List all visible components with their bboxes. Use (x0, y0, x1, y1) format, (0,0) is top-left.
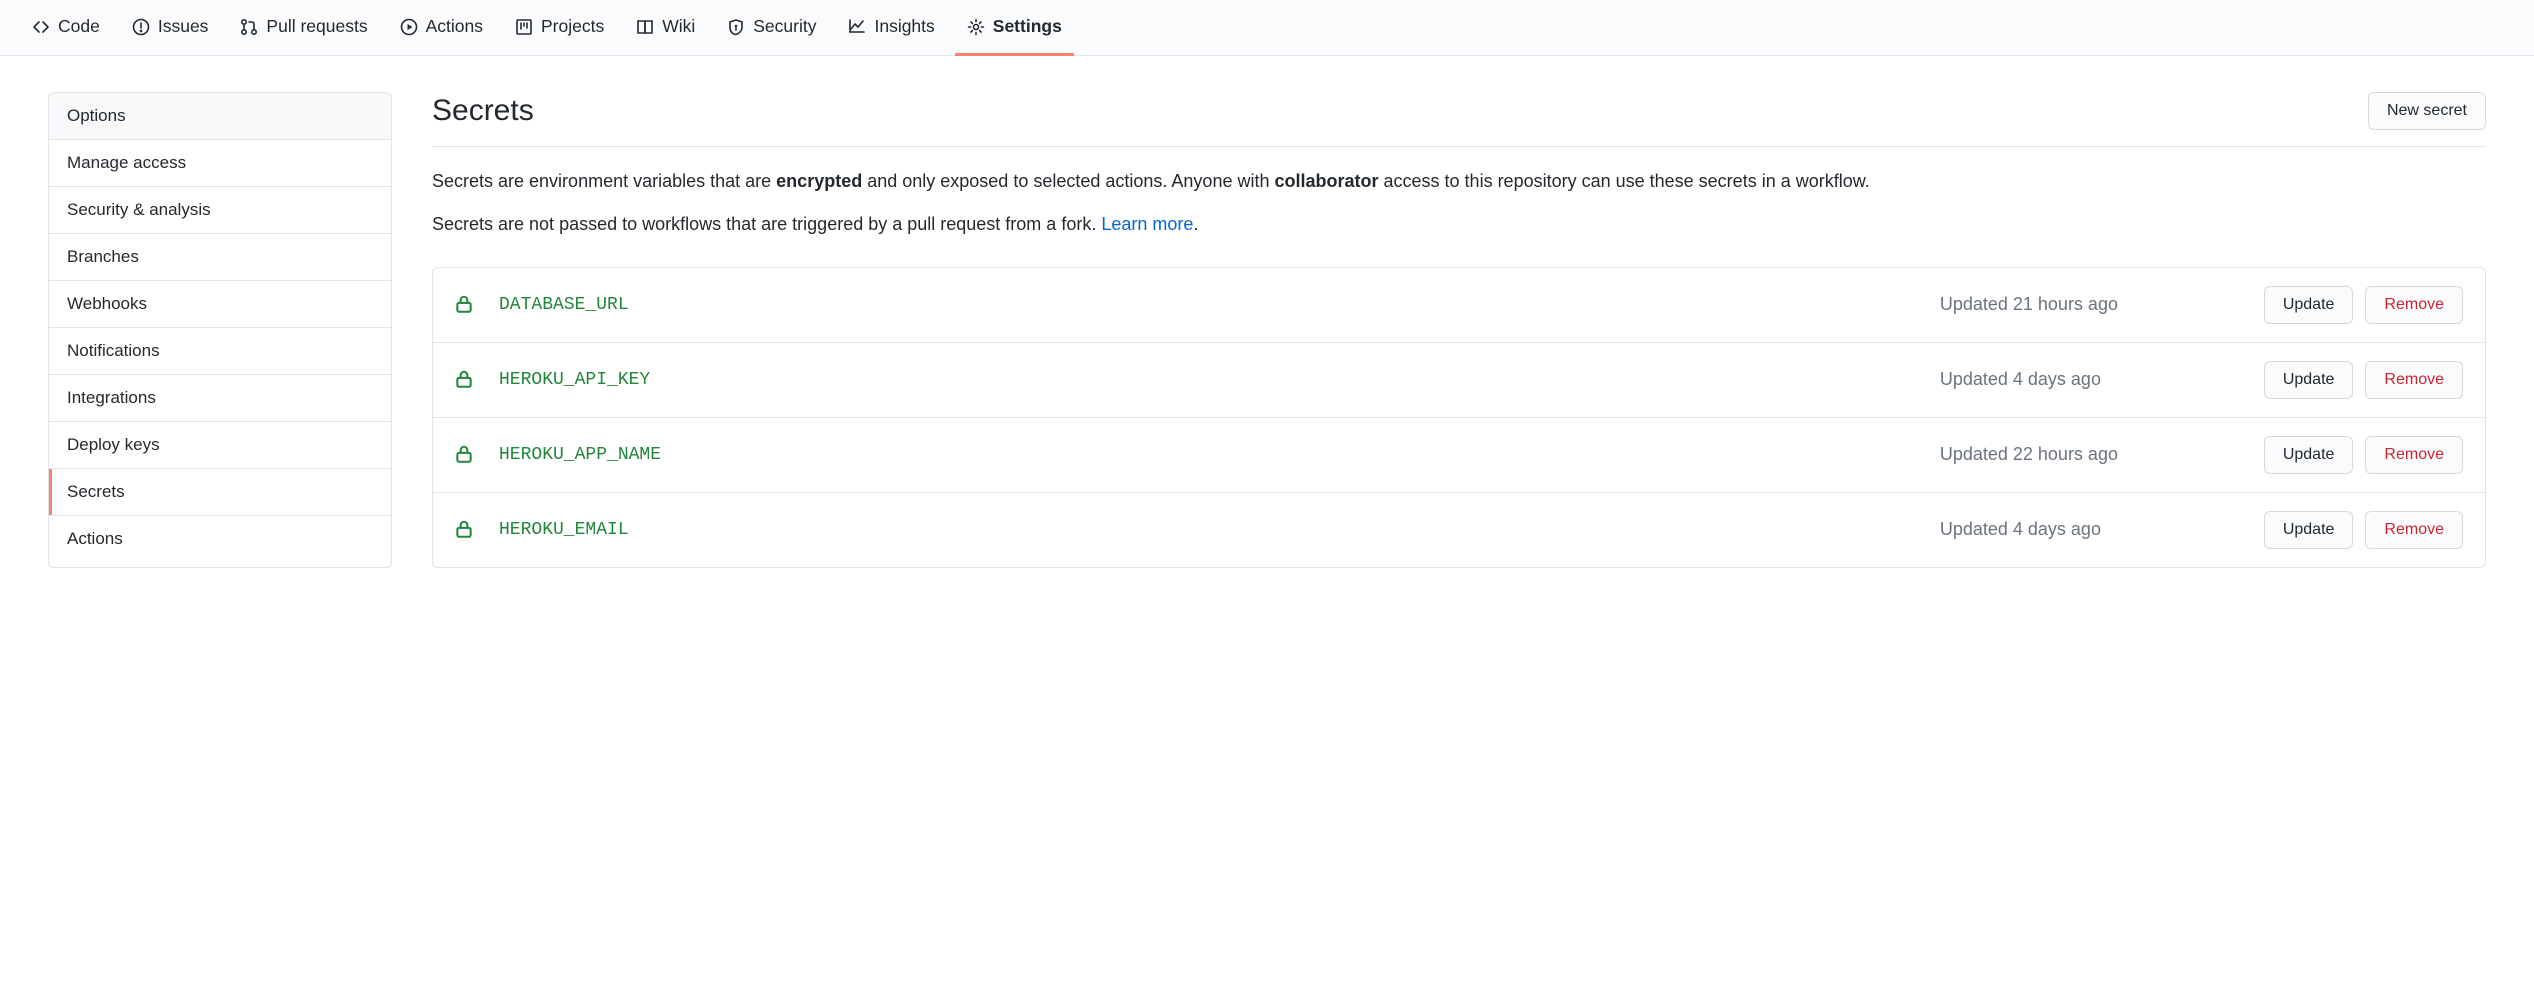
secret-actions: Update Remove (2264, 511, 2463, 549)
secret-row: HEROKU_EMAIL Updated 4 days ago Update Remo… (433, 493, 2485, 567)
sidebar-item-secrets[interactable]: Secrets (49, 469, 391, 516)
sidebar-item-manage-access[interactable]: Manage access (49, 140, 391, 187)
secret-name: HEROKU_APP_NAME (499, 445, 1916, 465)
tab-label: Pull requests (266, 16, 367, 37)
desc-text: Secrets are not passed to workflows that… (432, 214, 1101, 234)
sidebar-item-label: Branches (67, 247, 139, 266)
tab-insights[interactable]: Insights (836, 0, 946, 56)
tab-label: Settings (993, 16, 1062, 37)
sidebar-item-integrations[interactable]: Integrations (49, 375, 391, 422)
lock-icon (455, 444, 475, 466)
sidebar-item-label: Deploy keys (67, 435, 160, 454)
lock-icon (455, 519, 475, 541)
secret-updated: Updated 22 hours ago (1940, 444, 2240, 465)
tab-wiki[interactable]: Wiki (624, 0, 707, 56)
issue-icon (132, 18, 150, 36)
sidebar-item-security-analysis[interactable]: Security & analysis (49, 187, 391, 234)
update-button[interactable]: Update (2264, 286, 2354, 324)
tab-code[interactable]: Code (20, 0, 112, 56)
tab-issues[interactable]: Issues (120, 0, 221, 56)
graph-icon (848, 18, 866, 36)
tab-settings[interactable]: Settings (955, 0, 1074, 56)
tab-label: Projects (541, 16, 604, 37)
settings-sidenav: Options Manage access Security & analysis B… (48, 92, 392, 568)
page-body: Options Manage access Security & analysis B… (0, 56, 2534, 604)
tab-label: Insights (874, 16, 934, 37)
sidebar-item-options[interactable]: Options (49, 93, 391, 140)
page-title: Secrets (432, 94, 534, 128)
lock-icon (455, 369, 475, 391)
secret-actions: Update Remove (2264, 436, 2463, 474)
secrets-list: DATABASE_URL Updated 21 hours ago Update Re… (432, 267, 2486, 568)
description-1: Secrets are environment variables that a… (432, 167, 2486, 196)
tab-projects[interactable]: Projects (503, 0, 616, 56)
sidebar-item-label: Secrets (67, 482, 125, 501)
sidebar-item-actions[interactable]: Actions (49, 516, 391, 562)
sidebar-item-deploy-keys[interactable]: Deploy keys (49, 422, 391, 469)
secret-name: HEROKU_API_KEY (499, 370, 1916, 390)
update-button[interactable]: Update (2264, 511, 2354, 549)
gear-icon (967, 18, 985, 36)
update-button[interactable]: Update (2264, 361, 2354, 399)
lock-icon (455, 294, 475, 316)
secret-name: DATABASE_URL (499, 295, 1916, 315)
desc-bold: encrypted (776, 171, 862, 191)
desc-text: access to this repository can use these … (1379, 171, 1870, 191)
desc-text: and only exposed to selected actions. An… (862, 171, 1274, 191)
tab-label: Issues (158, 16, 209, 37)
tab-label: Wiki (662, 16, 695, 37)
main-content: Secrets New secret Secrets are environme… (432, 92, 2486, 568)
repo-topnav: Code Issues Pull requests Actions Projects Wi… (0, 0, 2534, 56)
description-2: Secrets are not passed to workflows that… (432, 210, 2486, 239)
secret-row: DATABASE_URL Updated 21 hours ago Update Re… (433, 268, 2485, 343)
secret-name: HEROKU_EMAIL (499, 520, 1916, 540)
remove-button[interactable]: Remove (2365, 511, 2463, 549)
remove-button[interactable]: Remove (2365, 436, 2463, 474)
remove-button[interactable]: Remove (2365, 286, 2463, 324)
learn-more-link[interactable]: Learn more (1101, 214, 1193, 234)
new-secret-button[interactable]: New secret (2368, 92, 2486, 130)
header-row: Secrets New secret (432, 92, 2486, 147)
sidebar-item-label: Webhooks (67, 294, 147, 313)
play-icon (400, 18, 418, 36)
remove-button[interactable]: Remove (2365, 361, 2463, 399)
tab-label: Security (753, 16, 816, 37)
tab-label: Actions (426, 16, 483, 37)
tab-pull-requests[interactable]: Pull requests (228, 0, 379, 56)
sidebar-item-label: Security & analysis (67, 200, 211, 219)
secret-updated: Updated 21 hours ago (1940, 294, 2240, 315)
sidebar-item-label: Integrations (67, 388, 156, 407)
secret-updated: Updated 4 days ago (1940, 519, 2240, 540)
sidebar-item-branches[interactable]: Branches (49, 234, 391, 281)
sidebar-item-label: Actions (67, 529, 123, 548)
secret-row: HEROKU_API_KEY Updated 4 days ago Update Re… (433, 343, 2485, 418)
book-icon (636, 18, 654, 36)
tab-security[interactable]: Security (715, 0, 828, 56)
desc-bold: collaborator (1274, 171, 1378, 191)
desc-text: Secrets are environment variables that a… (432, 171, 776, 191)
pr-icon (240, 18, 258, 36)
secret-actions: Update Remove (2264, 286, 2463, 324)
sidebar-item-label: Manage access (67, 153, 186, 172)
tab-label: Code (58, 16, 100, 37)
update-button[interactable]: Update (2264, 436, 2354, 474)
code-icon (32, 18, 50, 36)
sidebar-item-label: Notifications (67, 341, 160, 360)
secret-row: HEROKU_APP_NAME Updated 22 hours ago Updat… (433, 418, 2485, 493)
project-icon (515, 18, 533, 36)
sidebar-item-label: Options (67, 106, 126, 125)
shield-icon (727, 18, 745, 36)
sidebar-item-notifications[interactable]: Notifications (49, 328, 391, 375)
secret-actions: Update Remove (2264, 361, 2463, 399)
tab-actions[interactable]: Actions (388, 0, 495, 56)
secret-updated: Updated 4 days ago (1940, 369, 2240, 390)
desc-text: . (1193, 214, 1198, 234)
sidebar-item-webhooks[interactable]: Webhooks (49, 281, 391, 328)
